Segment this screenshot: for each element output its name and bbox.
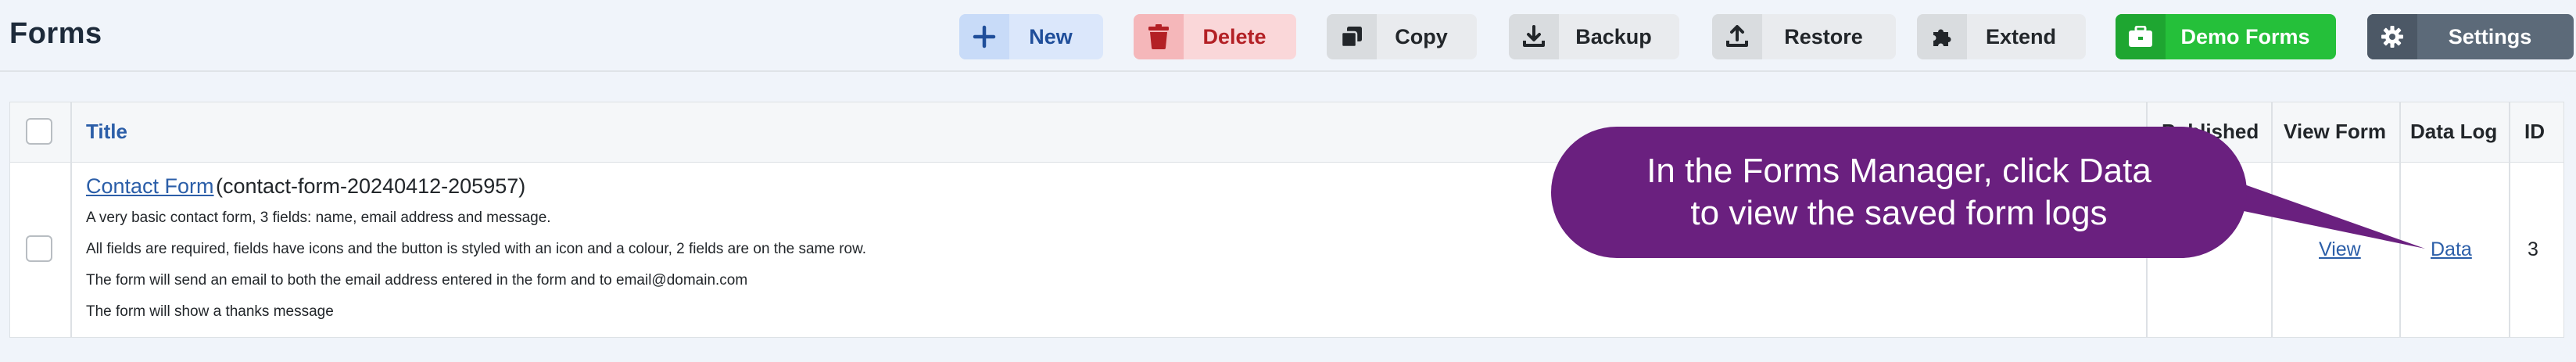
form-id: 3 bbox=[2528, 238, 2538, 260]
column-divider bbox=[2271, 102, 2273, 337]
column-divider bbox=[2509, 102, 2510, 337]
column-divider bbox=[2399, 102, 2401, 337]
gear-icon bbox=[2367, 14, 2417, 59]
column-view-form: View Form bbox=[2284, 120, 2387, 143]
form-description-line: All fields are required, fields have ico… bbox=[86, 241, 867, 257]
column-divider bbox=[70, 102, 72, 337]
upload-icon bbox=[1712, 14, 1762, 59]
select-all-checkbox[interactable] bbox=[26, 118, 52, 145]
data-log-link[interactable]: Data bbox=[2431, 238, 2472, 261]
settings-button[interactable]: Settings bbox=[2367, 14, 2574, 59]
restore-button[interactable]: Restore bbox=[1712, 14, 1896, 59]
row-checkbox[interactable] bbox=[26, 235, 52, 262]
copy-button-label: Copy bbox=[1395, 24, 1448, 48]
restore-button-label: Restore bbox=[1784, 24, 1863, 48]
delete-button-label: Delete bbox=[1202, 24, 1267, 48]
extend-button-label: Extend bbox=[1985, 24, 2057, 48]
backup-button[interactable]: Backup bbox=[1509, 14, 1679, 59]
form-description-line: A very basic contact form, 3 fields: nam… bbox=[86, 210, 551, 226]
extend-button[interactable]: Extend bbox=[1917, 14, 2086, 59]
new-button[interactable]: New bbox=[959, 14, 1103, 59]
tutorial-callout: In the Forms Manager, click Data to view… bbox=[1551, 127, 2247, 258]
page-title: Forms bbox=[9, 17, 102, 50]
form-alias: (contact-form-20240412-205957) bbox=[216, 174, 526, 198]
form-description-line: The form will send an email to both the … bbox=[86, 272, 748, 289]
settings-button-label: Settings bbox=[2448, 24, 2532, 48]
page-header: Forms New Delete Copy Backup Restore Ext… bbox=[0, 0, 2576, 72]
column-data-log: Data Log bbox=[2410, 120, 2498, 143]
puzzle-icon bbox=[1917, 14, 1967, 59]
column-title[interactable]: Title bbox=[86, 120, 127, 144]
backup-button-label: Backup bbox=[1575, 24, 1652, 48]
copy-icon bbox=[1327, 14, 1377, 59]
form-description-line: The form will show a thanks message bbox=[86, 303, 334, 320]
plus-icon bbox=[959, 14, 1009, 59]
trash-icon bbox=[1134, 14, 1184, 59]
copy-button[interactable]: Copy bbox=[1327, 14, 1477, 59]
callout-line-1: In the Forms Manager, click Data bbox=[1646, 152, 2151, 190]
new-button-label: New bbox=[1029, 24, 1073, 48]
form-title-link[interactable]: Contact Form bbox=[86, 174, 214, 199]
delete-button[interactable]: Delete bbox=[1134, 14, 1296, 59]
demo-forms-button[interactable]: Demo Forms bbox=[2116, 14, 2336, 59]
column-id[interactable]: ID bbox=[2524, 120, 2545, 144]
callout-line-2: to view the saved form logs bbox=[1690, 194, 2108, 232]
view-form-link[interactable]: View bbox=[2319, 238, 2361, 261]
demo-forms-button-label: Demo Forms bbox=[2180, 24, 2310, 48]
download-icon bbox=[1509, 14, 1559, 59]
briefcase-icon bbox=[2116, 14, 2166, 59]
